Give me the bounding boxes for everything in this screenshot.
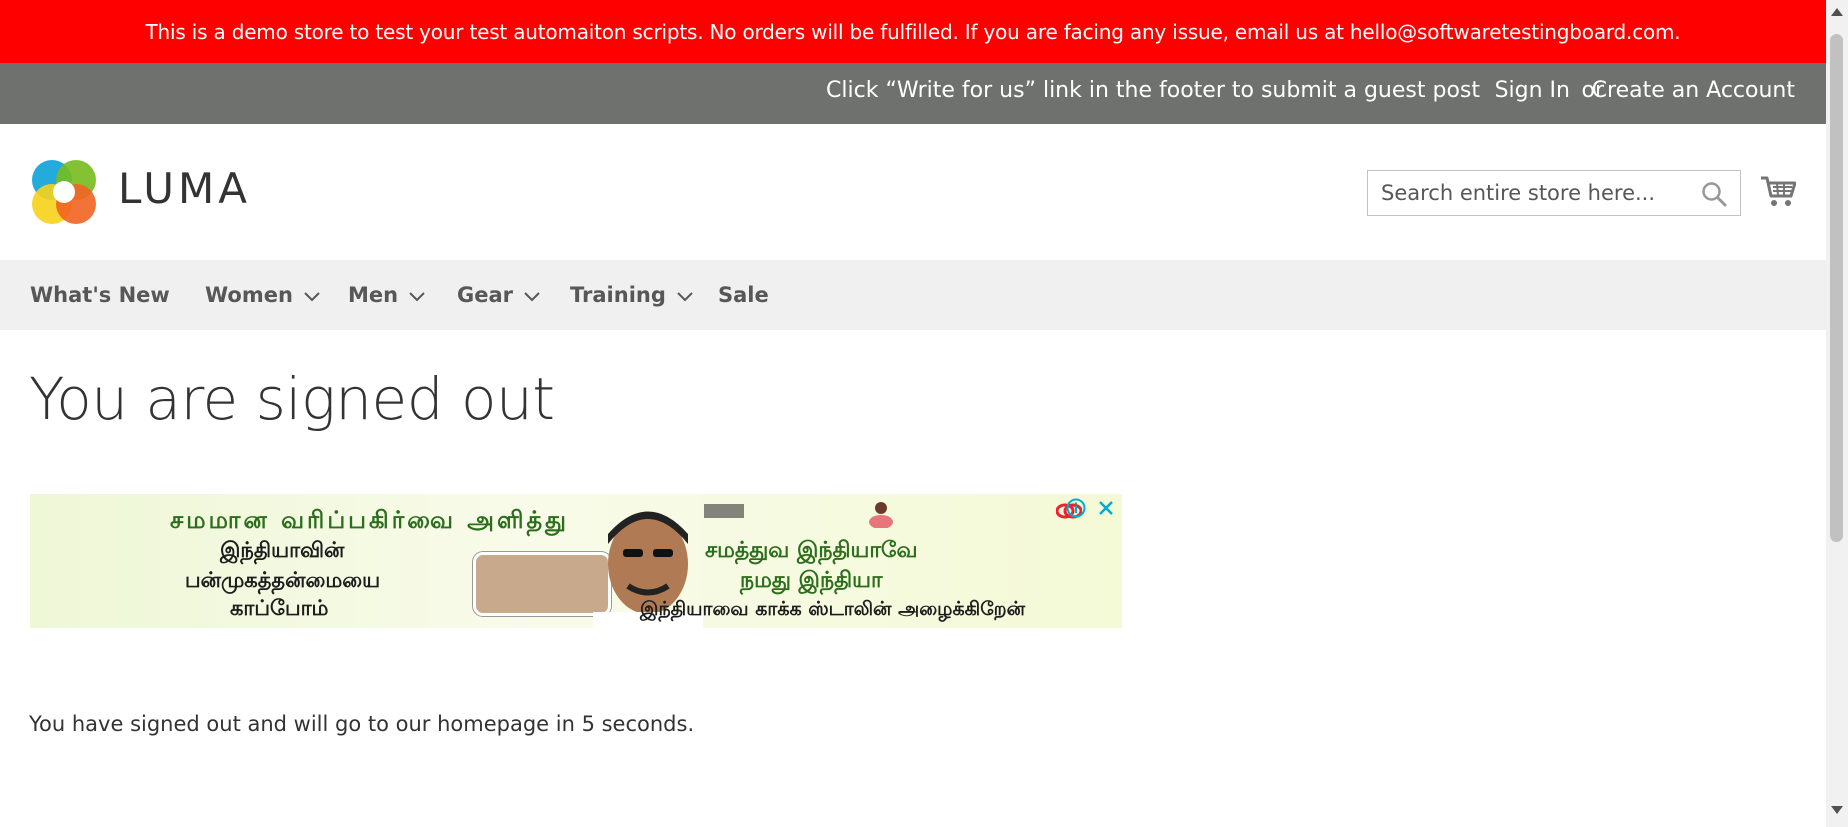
top-header-bar: Click “Write for us” link in the footer … [0,63,1826,124]
scroll-down-arrow-icon[interactable] [1831,806,1843,814]
ad-info-icon[interactable] [1066,498,1086,518]
search-icon[interactable] [1701,181,1727,207]
vertical-scrollbar[interactable] [1826,0,1848,827]
site-header: LUMA [0,124,1826,260]
nav-item-label: Sale [718,283,769,307]
ad-text-line: பன்முகத்தன்மையை [185,568,381,592]
nav-item-women[interactable]: Women [205,260,321,330]
cart-icon[interactable] [1760,174,1796,208]
chevron-down-icon [677,292,693,302]
ad-text-line: சமத்துவ இந்தியாவே [705,538,918,563]
nav-item-gear[interactable]: Gear [457,260,541,330]
scrollbar-thumb[interactable] [1830,34,1843,542]
demo-notice-banner: This is a demo store to test your test a… [0,0,1826,63]
luma-logo-icon[interactable] [30,158,98,226]
scroll-up-arrow-icon[interactable] [1831,8,1843,16]
nav-item-label: What's New [30,283,170,307]
search-box [1367,170,1741,216]
ad-figure-icon [869,502,893,528]
page: This is a demo store to test your test a… [0,0,1826,827]
guest-post-notice: Click “Write for us” link in the footer … [826,78,1480,103]
ad-text-line: இந்தியாவை காக்க ஸ்டாலின் அழைக்கிறேன் [640,598,1026,620]
chevron-down-icon [409,292,425,302]
chevron-down-icon [524,292,540,302]
main-navigation: What's New Women Men Gear Training Sale [0,260,1826,330]
sign-in-link[interactable]: Sign In [1495,78,1570,103]
nav-item-men[interactable]: Men [348,260,426,330]
ad-close-icon[interactable] [1096,498,1116,518]
nav-item-label: Men [348,283,399,307]
chevron-down-icon [304,292,320,302]
page-title: You are signed out [29,365,555,433]
nav-item-training[interactable]: Training [570,260,694,330]
nav-item-label: Women [205,283,293,307]
ad-headline: சமமான வரிப்பகிர்வை அளித்து [170,506,569,534]
demo-notice-text: This is a demo store to test your test a… [145,19,1681,44]
nav-item-sale[interactable]: Sale [718,260,769,330]
create-account-link[interactable]: Create an Account [1592,78,1795,103]
ad-text-line: இந்தியாவின் [220,538,345,562]
ad-text-line: காப்போம் [230,596,329,620]
ad-logo-icon [704,504,744,518]
advertisement-banner[interactable]: சமமான வரிப்பகிர்வை அளித்து இந்தியாவின் ப… [30,494,1122,628]
signed-out-message: You have signed out and will go to our h… [29,712,695,736]
search-input[interactable] [1381,180,1691,206]
nav-item-label: Training [570,283,666,307]
luma-logo-text[interactable]: LUMA [118,164,251,213]
nav-item-label: Gear [457,283,514,307]
nav-item-whats-new[interactable]: What's New [30,260,170,330]
ad-text-line: நமது இந்தியா [740,568,883,593]
